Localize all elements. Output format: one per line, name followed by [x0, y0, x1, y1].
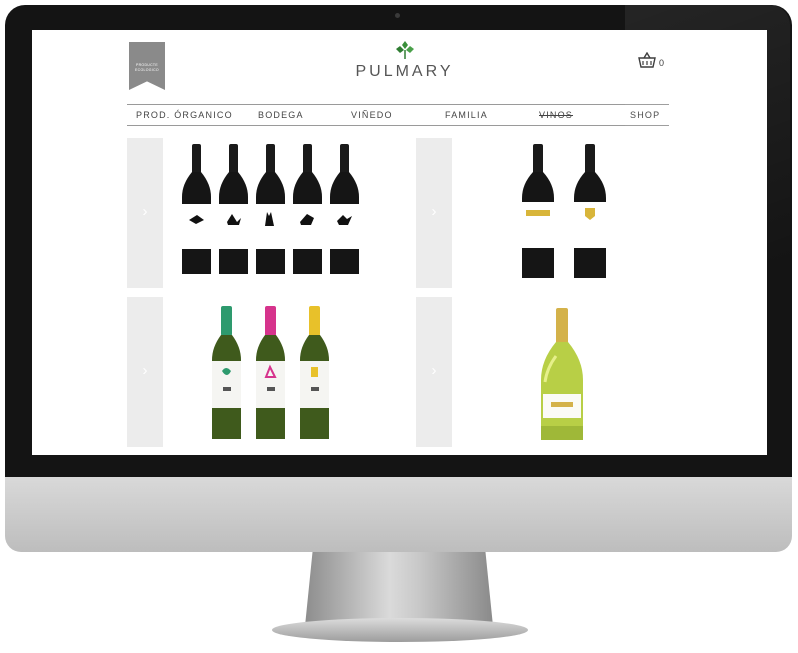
basket-icon — [638, 52, 656, 68]
cart-count: 0 — [659, 58, 665, 68]
product-panel[interactable]: › — [127, 138, 163, 288]
product-panel[interactable]: › — [416, 297, 452, 447]
product-panel[interactable]: › — [127, 297, 163, 447]
nav-item-vinos[interactable]: VINOS — [539, 110, 573, 120]
chevron-right-icon[interactable]: › — [127, 203, 163, 220]
wine-bottle — [293, 144, 322, 274]
wine-bottle — [330, 144, 359, 274]
red-wine-bottles[interactable] — [520, 142, 615, 282]
wine-bottle — [212, 306, 241, 439]
organic-badge[interactable]: PRODUCTE ECOLOGICO — [129, 42, 165, 90]
site-logo[interactable]: PULMARY — [342, 40, 467, 90]
sparkling-wine-bottle[interactable] — [537, 308, 587, 443]
main-nav: PROD. ÓRGANICO BODEGA VIÑEDO FAMILIA VIN… — [127, 104, 669, 126]
chevron-right-icon[interactable]: › — [127, 362, 163, 379]
monitor-stand-base — [272, 618, 528, 642]
wine-bottle — [256, 306, 285, 439]
wine-bottle — [574, 144, 606, 278]
logo-text: PULMARY — [355, 63, 454, 80]
nav-item-prod-organico[interactable]: PROD. ÓRGANICO — [136, 110, 233, 120]
wine-bottle — [522, 144, 554, 278]
wine-bottle — [300, 306, 329, 439]
wine-bottle — [256, 144, 285, 274]
nav-item-shop[interactable]: SHOP — [630, 110, 660, 120]
chevron-right-icon[interactable]: › — [416, 362, 452, 379]
chevron-right-icon[interactable]: › — [416, 203, 452, 220]
white-wine-bottles[interactable] — [210, 305, 335, 441]
wine-bottle — [219, 144, 248, 274]
nav-item-familia[interactable]: FAMILIA — [445, 110, 488, 120]
wine-bottle — [541, 308, 583, 440]
monitor-chin — [5, 477, 792, 552]
monitor-stand — [305, 552, 493, 626]
nav-item-bodega[interactable]: BODEGA — [258, 110, 304, 120]
camera-icon — [395, 13, 400, 18]
website-screen: PRODUCTE ECOLOGICO PULMARY 0 PROD. ÓRGAN… — [32, 30, 767, 455]
product-panel[interactable]: › — [416, 138, 452, 288]
nav-item-vinedo[interactable]: VIÑEDO — [351, 110, 393, 120]
badge-line: ECOLOGICO — [135, 68, 159, 72]
red-wine-bottles[interactable] — [180, 142, 370, 277]
wine-bottle — [182, 144, 211, 274]
cart-button[interactable]: 0 — [638, 52, 664, 68]
grape-leaf-icon — [395, 41, 414, 59]
